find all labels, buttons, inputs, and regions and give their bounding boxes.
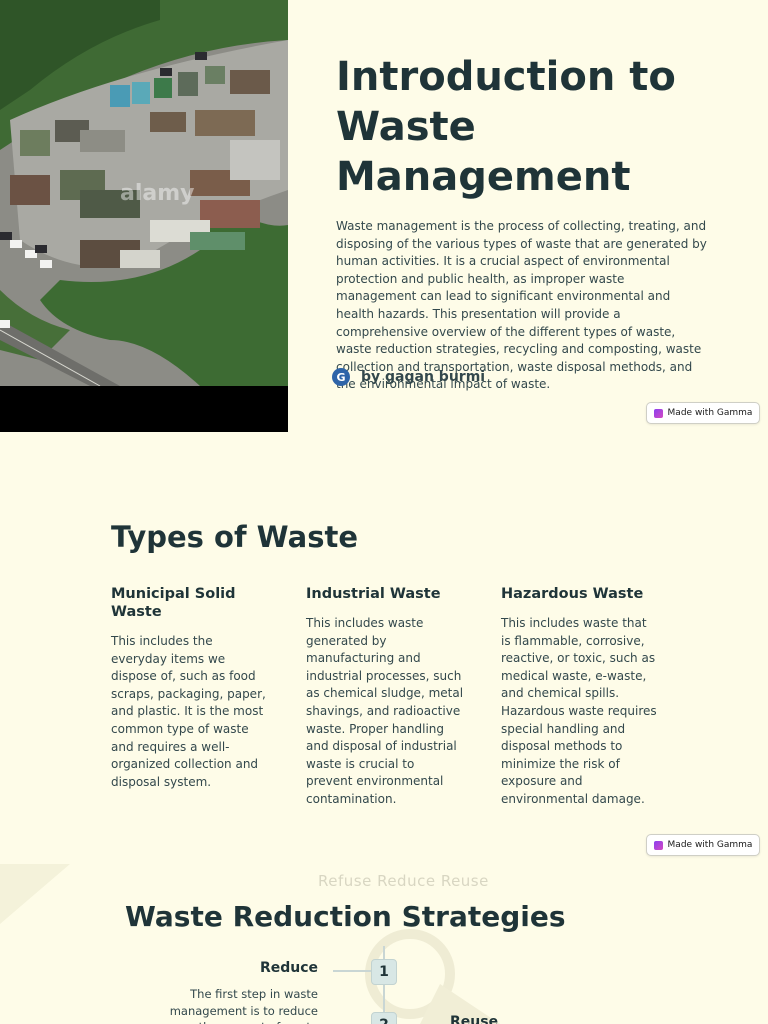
waste-type-card: Municipal Solid Waste This includes the … [111, 585, 269, 791]
author-avatar-icon: G [332, 368, 350, 386]
made-with-gamma-button[interactable]: Made with Gamma [646, 402, 760, 424]
gamma-badge-label: Made with Gamma [667, 840, 753, 850]
gamma-logo-icon [653, 408, 663, 418]
gamma-logo-icon [653, 840, 663, 850]
waste-type-title: Hazardous Waste [501, 586, 644, 602]
section-heading: Types of Waste [111, 520, 358, 554]
waste-type-title: Municipal Solid Waste [111, 586, 236, 620]
author-name: by gagan burmi [361, 369, 486, 385]
section-heading: Waste Reduction Strategies [125, 900, 566, 933]
waste-type-card: Industrial Waste This includes waste gen… [306, 585, 464, 809]
step-number-badge: 2 [371, 1012, 397, 1024]
slide-introduction: alamy Introduction to Waste Management W… [0, 0, 768, 432]
waste-type-text: This includes waste generated by manufac… [306, 616, 464, 806]
step-label: Reduce [259, 960, 318, 976]
slide-waste-reduction: Refuse Reduce Reuse Waste Reduction Stra… [0, 864, 768, 1024]
author-line: G by gagan burmi [332, 368, 485, 386]
step-label: Reuse [450, 1014, 499, 1024]
waste-type-card: Hazardous Waste This includes waste that… [501, 585, 659, 809]
step-number-badge: 1 [371, 959, 397, 985]
waste-type-text: This includes waste that is flammable, c… [501, 616, 657, 806]
photo-watermark: alamy [120, 181, 195, 206]
background-watermark: Refuse Reduce Reuse [318, 872, 489, 890]
waste-type-title: Industrial Waste [306, 586, 441, 602]
step-description: The first step in waste management is to… [169, 987, 318, 1024]
slide-types-of-waste: Types of Waste Municipal Solid Waste Thi… [0, 432, 768, 864]
page-title: Introduction to Waste Management [336, 54, 676, 200]
aerial-photo-illustration: alamy [0, 0, 288, 432]
made-with-gamma-button[interactable]: Made with Gamma [646, 834, 760, 856]
recycling-center-photo: alamy [0, 0, 288, 432]
gamma-badge-label: Made with Gamma [667, 408, 753, 418]
timeline-connector [333, 970, 371, 972]
waste-type-text: This includes the everyday items we disp… [111, 634, 266, 789]
